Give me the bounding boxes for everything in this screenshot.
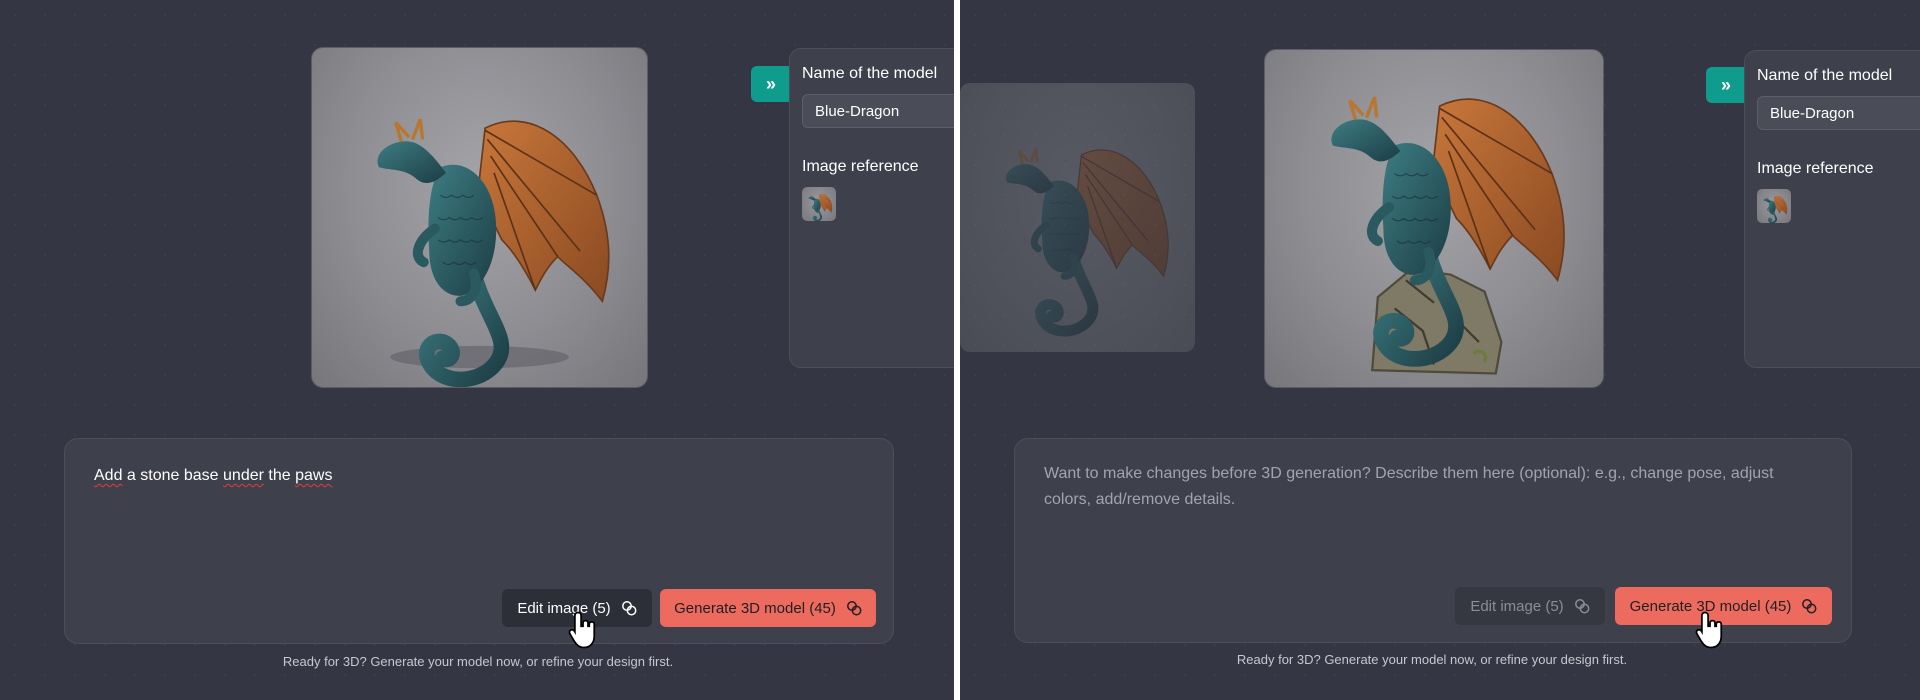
caption-text: Ready for 3D? Generate your model now, o…: [282, 654, 674, 669]
prompt-word: base: [183, 467, 219, 484]
caption-text: Ready for 3D? Generate your model now, o…: [1236, 652, 1628, 667]
dragon-illustration: [312, 48, 647, 387]
edit-image-button[interactable]: Edit image (5): [1455, 587, 1605, 625]
credits-icon: [846, 600, 862, 616]
image-reference-label: Image reference: [1757, 160, 1874, 177]
previous-image-ghost: [960, 83, 1195, 352]
side-panel: Name of the model Blue-Dragon Image refe…: [789, 48, 954, 368]
prompt-word: stone: [140, 467, 180, 484]
generate-3d-button[interactable]: Generate 3D model (45): [660, 589, 876, 627]
generate-3d-label: Generate 3D model (45): [674, 599, 836, 617]
credits-icon: [1801, 598, 1817, 614]
model-name-label: Name of the model: [802, 65, 938, 82]
prompt-input[interactable]: Want to make changes before 3D generatio…: [1044, 461, 1804, 513]
prompt-word: a: [126, 467, 136, 484]
generated-image: [1264, 49, 1604, 388]
model-name-input[interactable]: Blue-Dragon: [1757, 96, 1920, 130]
double-chevron-right-icon: »: [765, 73, 776, 94]
hand-cursor-icon: [1695, 610, 1725, 650]
prompt-word: Add: [94, 467, 123, 484]
image-reference-label: Image reference: [802, 158, 919, 175]
side-panel: Name of the model Blue-Dragon Image refe…: [1744, 50, 1920, 368]
image-reference-thumbnail[interactable]: [1757, 189, 1791, 223]
expand-panel-button[interactable]: »: [751, 66, 791, 102]
image-reference-thumbnail[interactable]: [802, 187, 836, 221]
prompt-word: paws: [295, 467, 333, 484]
model-name-label: Name of the model: [1757, 67, 1893, 84]
expand-panel-button[interactable]: »: [1706, 67, 1746, 103]
prompt-box: Add a stone base under the paws Edit ima…: [64, 438, 894, 644]
prompt-box: Want to make changes before 3D generatio…: [1014, 438, 1852, 643]
credits-icon: [621, 600, 637, 616]
dragon-illustration-faded: [960, 83, 1195, 352]
prompt-input[interactable]: Add a stone base under the paws: [94, 463, 332, 489]
edit-image-label: Edit image (5): [1470, 597, 1564, 615]
model-name-input[interactable]: Blue-Dragon: [802, 94, 954, 128]
prompt-word: under: [223, 467, 264, 484]
right-panel: » Name of the model Blue-Dragon Image re…: [960, 0, 1920, 700]
dragon-on-rock-illustration: [1265, 50, 1603, 375]
prompt-word: the: [268, 467, 291, 484]
left-panel: » Name of the model Blue-Dragon Image re…: [0, 0, 954, 700]
double-chevron-right-icon: »: [1720, 74, 1731, 95]
hand-cursor-icon: [568, 610, 598, 650]
credits-icon: [1574, 598, 1590, 614]
generated-image: [311, 47, 648, 388]
